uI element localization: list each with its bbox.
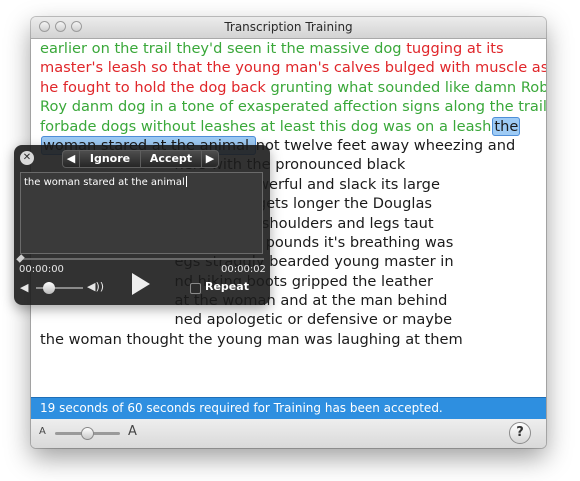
transcript-segment[interactable]: the woman thought the young man was laug… xyxy=(40,331,463,348)
window-title: Transcription Training xyxy=(224,20,353,34)
transcript-line[interactable]: Roy danm dog in a tone of exasperated af… xyxy=(40,97,546,116)
transcript-segment[interactable]: earlier on the trail they'd seen it the … xyxy=(40,40,406,57)
transcript-segment[interactable]: master's leash so that the young man's c… xyxy=(40,59,546,76)
transcript-segment[interactable]: grunting what sounded like damn Rob xyxy=(271,79,547,96)
transcript-segment[interactable]: tugging at its xyxy=(406,40,503,57)
transcription-input-value: the woman stared at the animal xyxy=(24,177,185,188)
transcript-line[interactable]: forbade dogs without leashes at least th… xyxy=(40,116,540,136)
previous-button[interactable]: ◀ xyxy=(62,150,80,168)
transcript-segment[interactable]: Roy danm dog in a tone of exasperated af… xyxy=(40,98,546,115)
accept-button[interactable]: Accept xyxy=(140,150,202,168)
transcript-line[interactable]: earlier on the trail they'd seen it the … xyxy=(40,39,540,58)
bottom-toolbar: A A ? xyxy=(31,419,546,448)
transcript-line[interactable]: he fought to hold the dog back grunting … xyxy=(40,78,546,97)
transcript-line[interactable]: the woman thought the young man was laug… xyxy=(40,330,540,349)
transcript-line[interactable]: master's leash so that the young man's c… xyxy=(40,58,546,77)
repeat-label: Repeat xyxy=(205,280,249,293)
volume-slider-thumb[interactable] xyxy=(43,282,55,294)
title-bar: Transcription Training xyxy=(31,17,546,39)
transcript-line[interactable]: ned apologetic or defensive or maybe xyxy=(40,310,540,329)
transcript-segment[interactable]: he fought to hold the dog back xyxy=(40,79,271,96)
status-text: 19 seconds of 60 seconds required for Tr… xyxy=(40,401,443,415)
volume-low-icon: ◀ xyxy=(20,281,29,294)
transcript-segment[interactable]: not twelve feet away wheezing and xyxy=(256,137,516,154)
transcription-input[interactable]: the woman stared at the animal xyxy=(20,172,263,254)
selected-phrase[interactable]: the xyxy=(492,116,521,136)
next-button[interactable]: ▶ xyxy=(201,150,219,168)
close-icon[interactable]: ✕ xyxy=(20,151,34,165)
status-bar: 19 seconds of 60 seconds required for Tr… xyxy=(31,397,546,419)
text-caret xyxy=(185,176,187,187)
help-button[interactable]: ? xyxy=(509,422,531,444)
playback-scrubber[interactable] xyxy=(20,258,264,260)
playback-scrubber-thumb[interactable] xyxy=(16,254,25,263)
total-time: 00:00:02 xyxy=(221,264,266,275)
repeat-checkbox[interactable] xyxy=(190,283,201,294)
transcription-hud-panel: ✕ ◀ Ignore Accept ▶ the woman stared at … xyxy=(14,145,270,305)
ignore-button[interactable]: Ignore xyxy=(79,150,141,168)
volume-high-icon: ◀)) xyxy=(87,280,105,293)
transcript-segment[interactable]: forbade dogs without leashes at least th… xyxy=(40,118,491,135)
transcript-segment[interactable]: ned apologetic or defensive or maybe xyxy=(40,311,453,328)
current-time: 00:00:00 xyxy=(19,264,64,275)
play-icon[interactable] xyxy=(132,273,150,295)
font-size-large-label: A xyxy=(128,424,137,439)
font-size-small-label: A xyxy=(39,426,46,437)
font-size-slider-thumb[interactable] xyxy=(81,427,94,440)
